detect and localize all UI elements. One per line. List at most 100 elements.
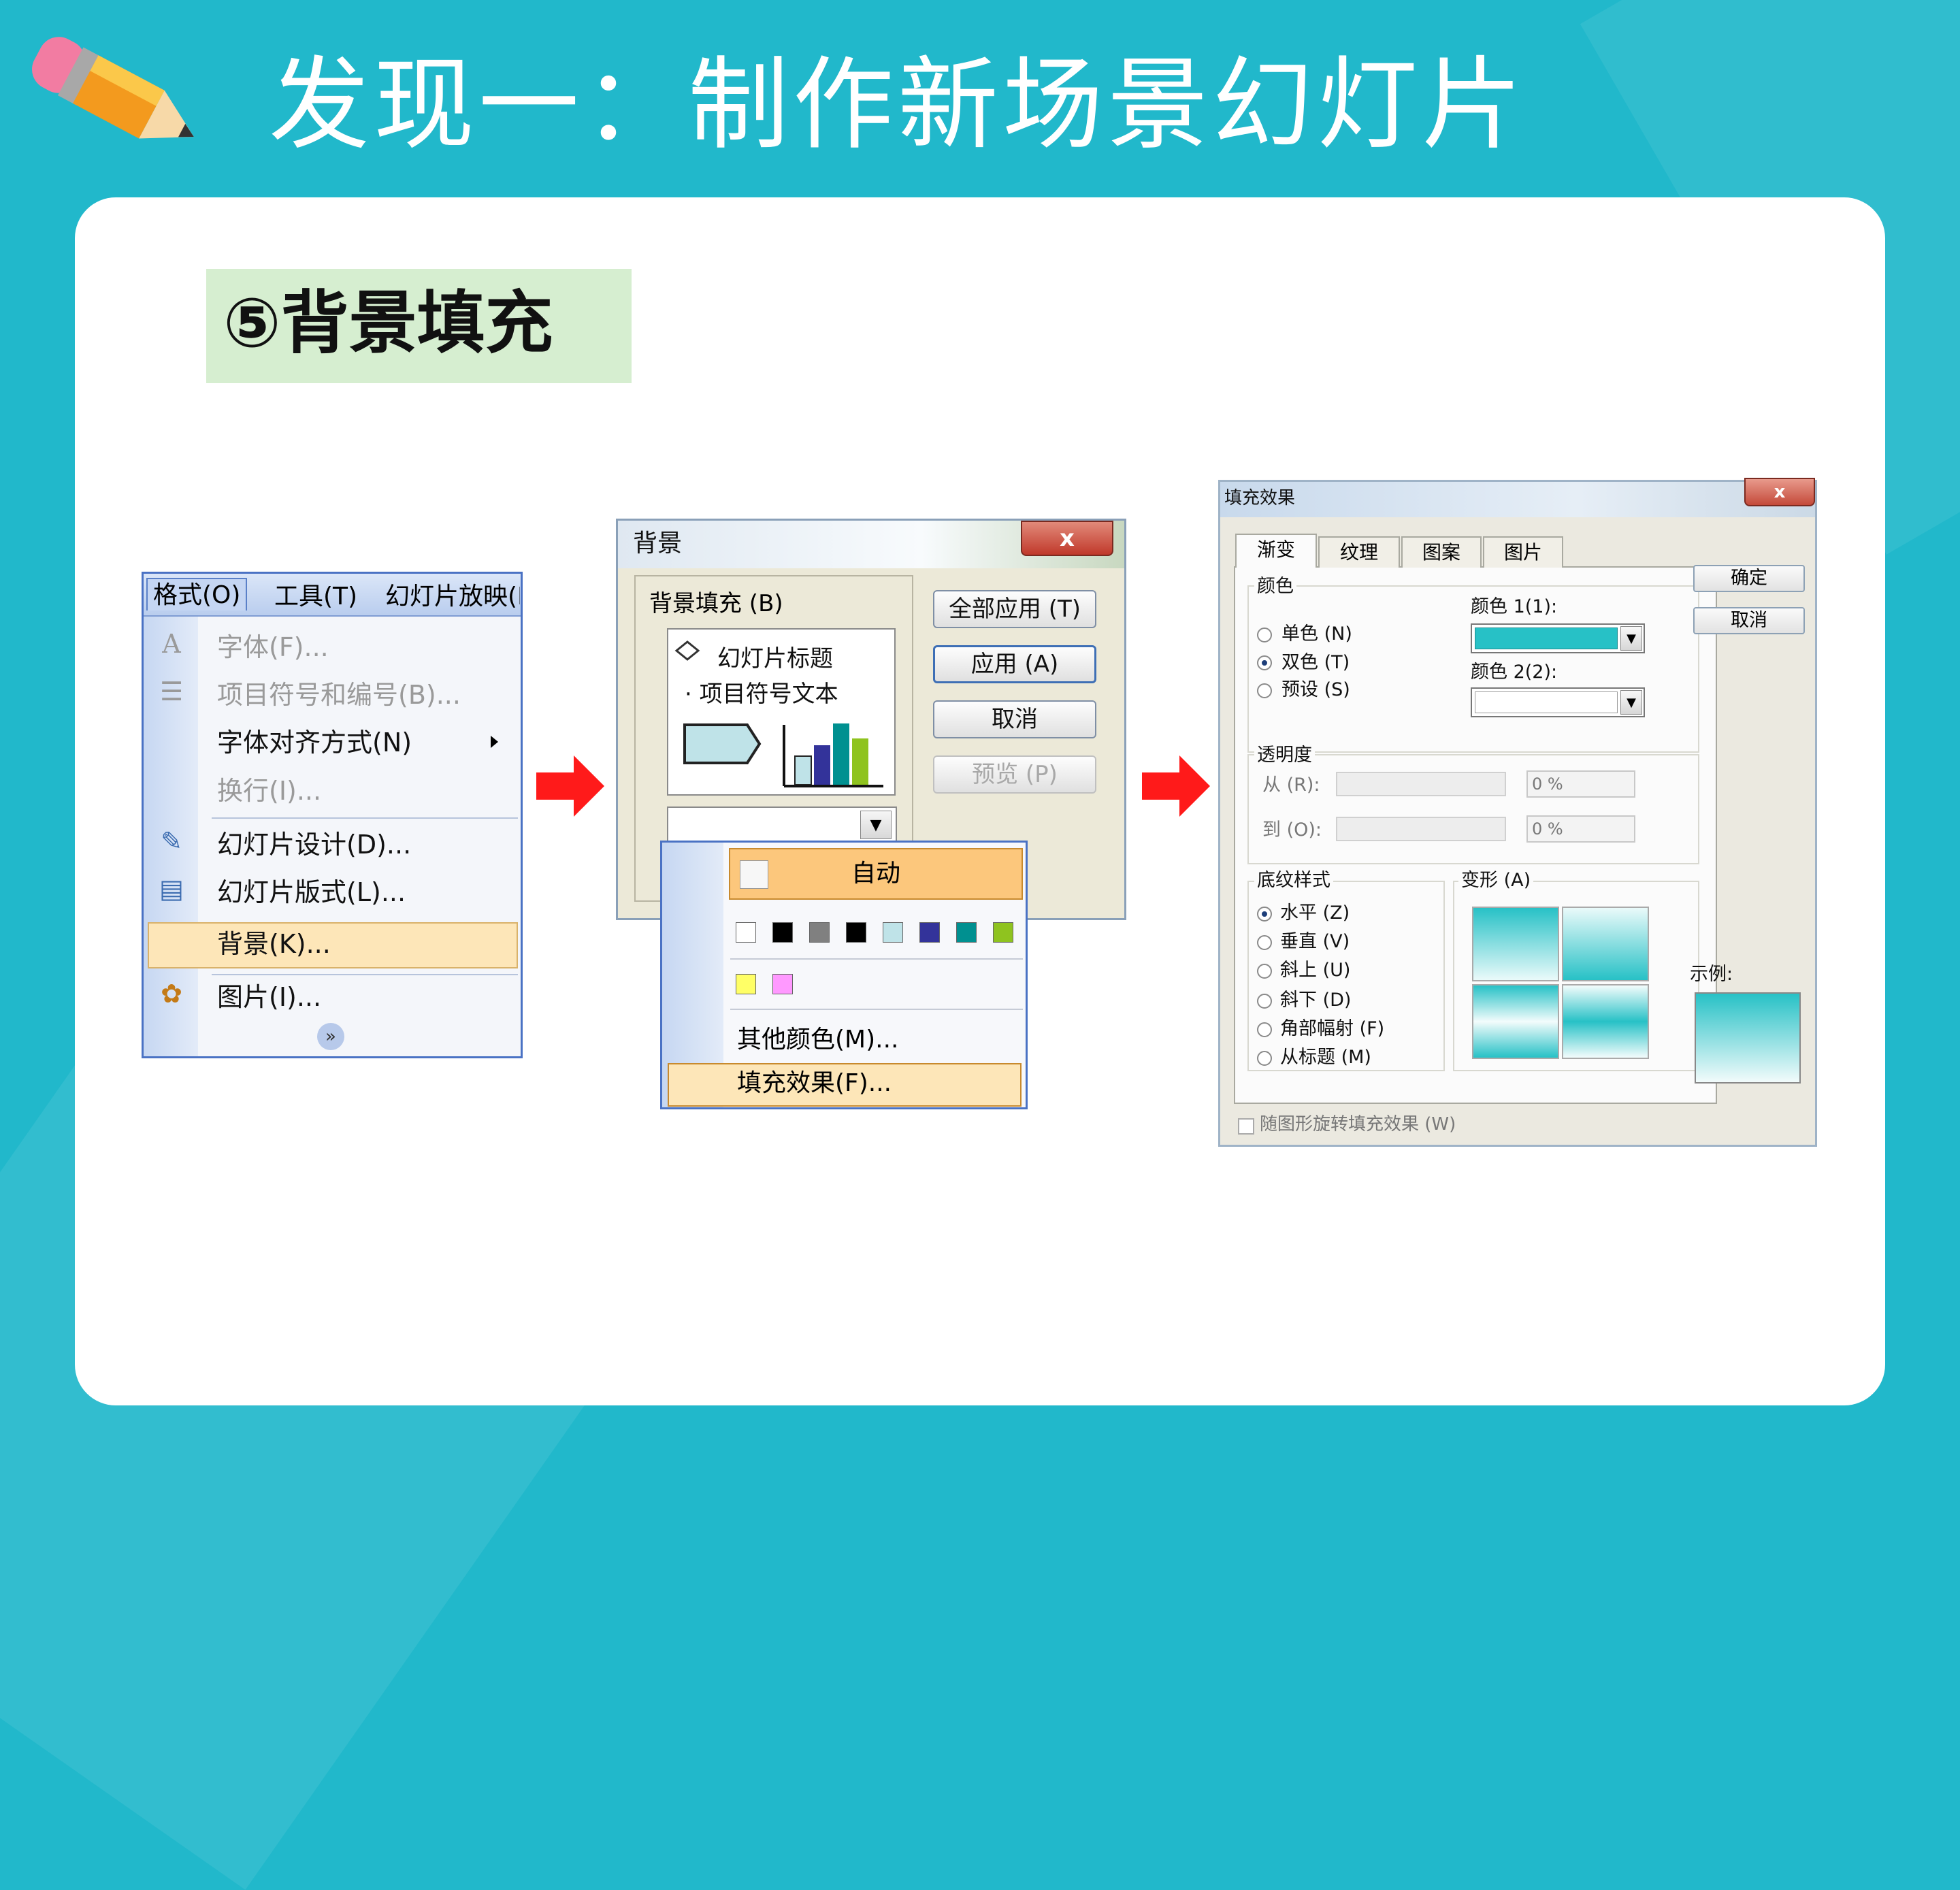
- slide-design-icon: ✎: [161, 826, 182, 856]
- font-icon: A: [162, 629, 181, 659]
- horizontal-label: 水平 (Z): [1280, 902, 1350, 924]
- menu-format[interactable]: 格式(O): [146, 578, 248, 610]
- page-title: 发现一：制作新场景幻灯片: [269, 46, 1526, 163]
- preset-label: 预设 (S): [1281, 679, 1350, 700]
- from-corner-label: 角部幅射 (F): [1280, 1018, 1385, 1039]
- arrow-right-icon: [536, 755, 604, 817]
- pencil-icon: [32, 37, 194, 139]
- menu-separator: [212, 974, 518, 975]
- color2-label: 颜色 2(2):: [1471, 662, 1558, 683]
- diagonal-down-label: 斜下 (D): [1280, 990, 1352, 1011]
- menu-slideshow[interactable]: 幻灯片放映(D: [385, 581, 520, 613]
- vertical-label: 垂直 (V): [1280, 931, 1350, 952]
- tab-pattern[interactable]: 图案: [1401, 536, 1482, 568]
- apply-button[interactable]: 应用 (A): [933, 645, 1096, 683]
- cancel-button[interactable]: 取消: [933, 700, 1096, 738]
- color-swatch-black[interactable]: [772, 922, 793, 943]
- menu-item-background[interactable]: 背景(K)...: [217, 926, 331, 962]
- expand-menu-icon[interactable]: »: [317, 1023, 344, 1050]
- color2-swatch: [1475, 691, 1618, 713]
- rotate-fill-checkbox[interactable]: [1238, 1118, 1254, 1135]
- menu-tools[interactable]: 工具(T): [274, 581, 357, 613]
- tab-picture[interactable]: 图片: [1483, 536, 1563, 568]
- submenu-arrow-icon: [491, 736, 498, 748]
- from-title-label: 从标题 (M): [1280, 1047, 1371, 1068]
- cancel-button[interactable]: 取消: [1693, 607, 1805, 634]
- sample-label: 示例:: [1690, 964, 1733, 985]
- shading-group-label: 底纹样式: [1254, 868, 1333, 893]
- diagonal-up-label: 斜上 (U): [1280, 960, 1351, 981]
- slide-layout-icon: ▤: [159, 874, 184, 904]
- chevron-down-icon[interactable]: ▼: [860, 811, 892, 839]
- section-subtitle: ⑤背景填充: [223, 283, 553, 363]
- diamond-bullet-icon: [674, 640, 700, 661]
- close-button[interactable]: x: [1744, 478, 1815, 506]
- menu-item-bullets[interactable]: 项目符号和编号(B)...: [217, 677, 461, 713]
- fill-color-dropdown[interactable]: ▼: [667, 806, 897, 843]
- menu-item-font[interactable]: 字体(F)...: [217, 630, 329, 665]
- radio-diagonal-up[interactable]: [1257, 964, 1272, 979]
- radio-vertical[interactable]: [1257, 935, 1272, 950]
- radio-preset[interactable]: [1257, 683, 1272, 698]
- apply-all-button[interactable]: 全部应用 (T): [933, 590, 1096, 628]
- auto-color-label: 自动: [851, 860, 900, 887]
- color-swatch-teal[interactable]: [956, 922, 977, 943]
- menu-item-slide-design[interactable]: 幻灯片设计(D)...: [217, 827, 411, 862]
- radio-diagonal-down[interactable]: [1257, 994, 1272, 1009]
- color-swatch-green[interactable]: [993, 922, 1013, 943]
- from-slider[interactable]: [1336, 772, 1506, 796]
- one-color-label: 单色 (N): [1281, 623, 1352, 645]
- menu-separator: [730, 958, 1023, 960]
- dialog-title: 背景: [633, 529, 683, 557]
- auto-color-option[interactable]: 自动: [729, 848, 1023, 900]
- format-menu: 格式(O) 工具(T) 幻灯片放映(D A 字体(F)... ☰ 项目符号和编号…: [142, 572, 523, 1058]
- color-swatch-black[interactable]: [846, 922, 866, 943]
- to-spinner[interactable]: 0 %: [1526, 815, 1635, 843]
- color-swatch-light-blue[interactable]: [883, 922, 903, 943]
- color-dropdown-menu: 自动 其他颜色(M)... 填充效果(F)...: [660, 841, 1028, 1109]
- menu-item-line-break[interactable]: 换行(I)...: [217, 773, 321, 809]
- radio-two-colors[interactable]: [1257, 655, 1272, 670]
- menu-item-font-alignment[interactable]: 字体对齐方式(N): [217, 725, 412, 760]
- chevron-down-icon[interactable]: ▼: [1620, 626, 1642, 651]
- menubar: 格式(O) 工具(T) 幻灯片放映(D: [144, 574, 521, 617]
- fill-effects-option[interactable]: 填充效果(F)...: [737, 1069, 892, 1098]
- gradient-sample: [1695, 992, 1801, 1084]
- radio-one-color[interactable]: [1257, 628, 1272, 642]
- colors-group-label: 颜色: [1254, 574, 1296, 599]
- color-swatch-indigo[interactable]: [919, 922, 940, 943]
- preview-title: 幻灯片标题: [717, 645, 833, 672]
- radio-from-corner[interactable]: [1257, 1022, 1272, 1037]
- two-colors-label: 双色 (T): [1281, 652, 1350, 673]
- ok-button[interactable]: 确定: [1693, 565, 1805, 592]
- menu-separator: [730, 1009, 1023, 1010]
- more-colors-option[interactable]: 其他颜色(M)...: [737, 1025, 898, 1054]
- color-swatch-yellow[interactable]: [736, 974, 756, 994]
- variant-tile[interactable]: [1472, 907, 1559, 981]
- chevron-down-icon[interactable]: ▼: [1620, 690, 1642, 715]
- color-swatch-pink[interactable]: [772, 974, 793, 994]
- color1-dropdown[interactable]: ▼: [1471, 623, 1645, 653]
- color1-swatch: [1475, 628, 1618, 649]
- tab-gradient[interactable]: 渐变: [1235, 534, 1317, 568]
- radio-horizontal[interactable]: [1257, 907, 1272, 922]
- menu-item-slide-layout[interactable]: 幻灯片版式(L)...: [217, 875, 406, 910]
- tab-texture[interactable]: 纹理: [1318, 536, 1400, 568]
- preview-button[interactable]: 预览 (P): [933, 755, 1096, 794]
- color-swatch-white[interactable]: [736, 922, 756, 943]
- color-swatch-gray[interactable]: [809, 922, 830, 943]
- preview-bullet-text: · 项目符号文本: [685, 681, 838, 708]
- variant-tile[interactable]: [1472, 984, 1559, 1059]
- color2-dropdown[interactable]: ▼: [1471, 687, 1645, 717]
- variant-tile[interactable]: [1562, 984, 1649, 1059]
- radio-from-title[interactable]: [1257, 1051, 1272, 1066]
- variants-group-label: 变形 (A): [1458, 868, 1534, 893]
- menu-separator: [212, 817, 518, 819]
- arrow-right-icon: [1142, 755, 1210, 817]
- menu-item-picture[interactable]: 图片(I)...: [217, 979, 321, 1015]
- color1-label: 颜色 1(1):: [1471, 596, 1558, 617]
- to-slider[interactable]: [1336, 817, 1506, 841]
- from-spinner[interactable]: 0 %: [1526, 770, 1635, 798]
- variant-tile[interactable]: [1562, 907, 1649, 981]
- close-button[interactable]: x: [1021, 521, 1113, 556]
